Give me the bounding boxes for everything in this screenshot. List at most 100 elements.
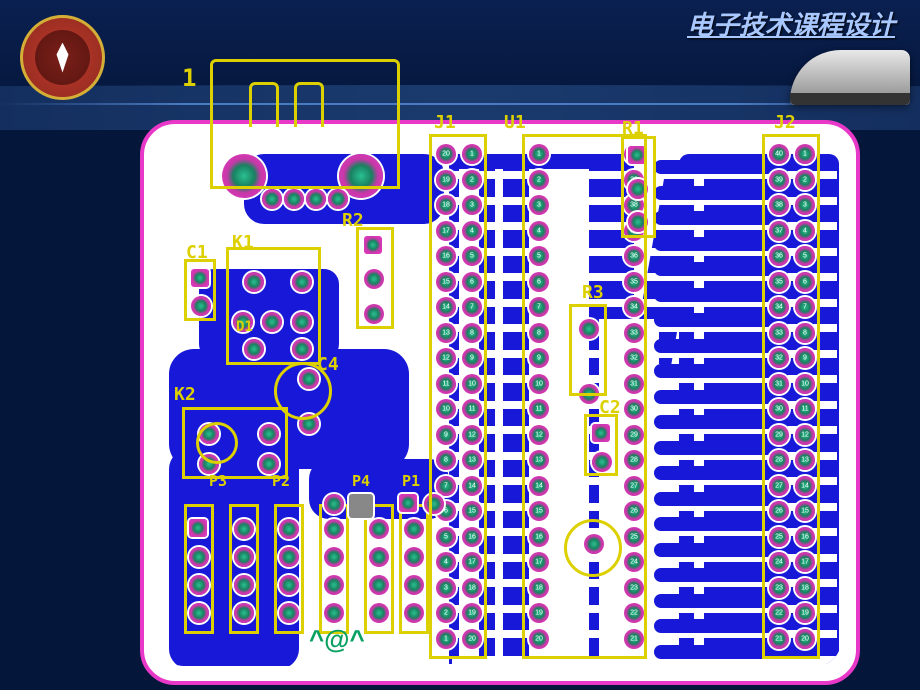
pin: 40	[769, 144, 789, 164]
pin: 19	[795, 603, 815, 623]
pin: 30	[769, 399, 789, 419]
pin: 31	[624, 374, 644, 394]
pin: 10	[795, 374, 815, 394]
pin: 11	[436, 374, 456, 394]
pin: 18	[529, 578, 549, 598]
k2-pad	[199, 454, 219, 474]
pin: 28	[624, 450, 644, 470]
pin: 5	[529, 246, 549, 266]
pin: 15	[795, 501, 815, 521]
p4-pad	[399, 494, 417, 512]
pin: 3	[436, 578, 456, 598]
pin: 2	[436, 603, 456, 623]
pin: 1	[529, 144, 549, 164]
pin: 21	[769, 629, 789, 649]
p4-pad	[424, 494, 444, 514]
pin: 27	[624, 476, 644, 496]
usb-pin	[306, 189, 326, 209]
header-pin	[279, 519, 299, 539]
header-pin	[324, 575, 344, 595]
pin: 12	[436, 348, 456, 368]
pin: 13	[462, 450, 482, 470]
pin: 15	[529, 501, 549, 521]
university-logo	[20, 15, 105, 100]
c4-pad	[299, 414, 319, 434]
pin: 39	[769, 170, 789, 190]
pin: 7	[795, 297, 815, 317]
origin-mark: ^@^	[309, 624, 365, 655]
pin: 4	[529, 221, 549, 241]
header-pin	[404, 603, 424, 623]
pin: 5	[795, 246, 815, 266]
pin: 34	[624, 297, 644, 317]
usb-pin	[284, 189, 304, 209]
pin: 6	[529, 272, 549, 292]
usb-pin	[328, 189, 348, 209]
pin: 26	[624, 501, 644, 521]
pin: 16	[529, 527, 549, 547]
pin: 18	[795, 578, 815, 598]
pin: 20	[436, 144, 456, 164]
header-pin	[234, 603, 254, 623]
via	[584, 534, 604, 554]
pin: 3	[462, 195, 482, 215]
train-icon	[790, 50, 910, 105]
pin: 36	[624, 246, 644, 266]
pin: 11	[795, 399, 815, 419]
pin: 38	[769, 195, 789, 215]
pin: 29	[624, 425, 644, 445]
pin: 20	[795, 629, 815, 649]
c1-pad	[191, 269, 209, 287]
r1-pad	[628, 179, 648, 199]
pin: 14	[529, 476, 549, 496]
pin: 9	[795, 348, 815, 368]
mounting-pad	[222, 154, 266, 198]
header-pin	[279, 575, 299, 595]
pin: 4	[462, 221, 482, 241]
pin: 12	[462, 425, 482, 445]
pin: 14	[795, 476, 815, 496]
pin: 22	[769, 603, 789, 623]
pin: 15	[436, 272, 456, 292]
k2-pad	[259, 424, 279, 444]
pin: 25	[769, 527, 789, 547]
pin: 15	[462, 501, 482, 521]
pin: 3	[529, 195, 549, 215]
pin: 32	[769, 348, 789, 368]
pin: 9	[529, 348, 549, 368]
pin: 36	[769, 246, 789, 266]
r2-pad	[364, 304, 384, 324]
r3-pad	[579, 319, 599, 339]
gnd-pad	[349, 494, 373, 518]
pin: 14	[436, 297, 456, 317]
d1-pad	[292, 339, 312, 359]
k1-pad	[292, 312, 312, 332]
header-pin	[189, 519, 207, 537]
pin: 18	[436, 195, 456, 215]
pin: 1	[436, 629, 456, 649]
header-pin	[279, 547, 299, 567]
c2-pad	[592, 424, 610, 442]
r1-pad	[628, 212, 648, 232]
header-pin	[404, 575, 424, 595]
pin: 1	[462, 144, 482, 164]
pin: 16	[795, 527, 815, 547]
pin: 16	[436, 246, 456, 266]
pin: 12	[529, 425, 549, 445]
pin: 1	[795, 144, 815, 164]
pin: 2	[462, 170, 482, 190]
pin: 19	[529, 603, 549, 623]
pin: 35	[624, 272, 644, 292]
k2-pad	[259, 454, 279, 474]
pin: 24	[769, 552, 789, 572]
pin: 18	[462, 578, 482, 598]
pin: 4	[795, 221, 815, 241]
pin: 8	[462, 323, 482, 343]
pin: 9	[436, 425, 456, 445]
c1-pad	[191, 296, 211, 316]
pin: 8	[795, 323, 815, 343]
pin: 33	[624, 323, 644, 343]
header-pin	[324, 603, 344, 623]
pin: 17	[795, 552, 815, 572]
c4-pad	[299, 369, 319, 389]
